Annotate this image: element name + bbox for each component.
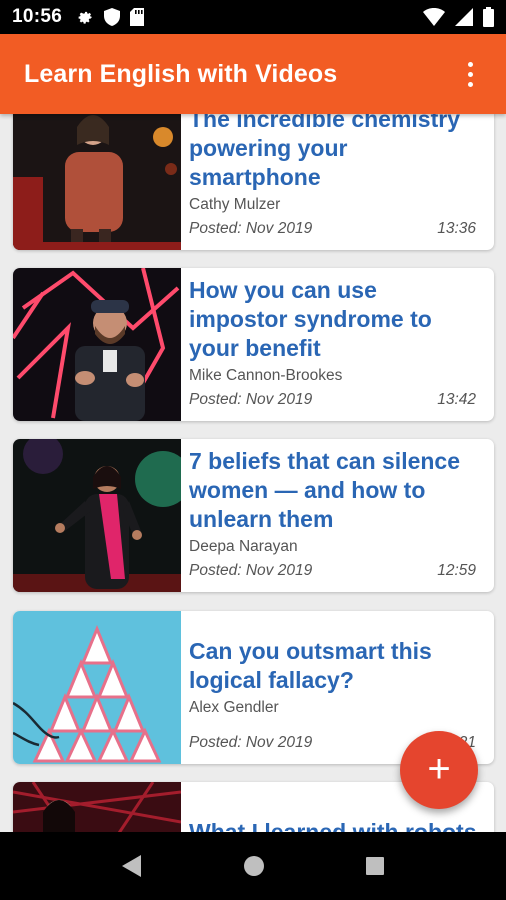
- status-icons-left: [76, 8, 145, 26]
- nav-bar: [0, 832, 506, 900]
- battery-icon: [483, 7, 494, 27]
- video-posted: Posted: Nov 2019: [189, 391, 313, 408]
- back-icon[interactable]: [121, 854, 143, 878]
- sd-card-icon: [130, 8, 145, 26]
- video-title: The incredible chemistry powering your s…: [189, 114, 460, 190]
- video-title: What I learned with robots: [189, 819, 477, 832]
- video-duration: 13:42: [437, 391, 476, 408]
- video-thumbnail[interactable]: [13, 782, 181, 832]
- add-button[interactable]: +: [400, 731, 478, 809]
- video-posted: Posted: Nov 2019: [189, 562, 313, 579]
- video-card[interactable]: 7 beliefs that can silence women — and h…: [13, 439, 494, 592]
- wifi-icon: [423, 8, 445, 26]
- video-thumbnail[interactable]: [13, 268, 181, 421]
- video-title: Can you outsmart this logical fallacy?: [189, 638, 432, 693]
- app-bar: Learn English with Videos: [0, 34, 506, 114]
- video-title: 7 beliefs that can silence women — and h…: [189, 448, 461, 532]
- video-duration: 13:36: [437, 220, 476, 237]
- video-duration: 12:59: [437, 562, 476, 579]
- video-info: How you can use impostor syndrome to you…: [181, 268, 494, 421]
- app-title: Learn English with Videos: [24, 59, 338, 88]
- video-list[interactable]: The incredible chemistry powering your s…: [0, 114, 506, 832]
- video-posted: Posted: Nov 2019: [189, 734, 313, 751]
- status-time: 10:56: [12, 6, 63, 27]
- video-meta: Posted: Nov 2019 13:42: [189, 391, 476, 409]
- video-speaker: Cathy Mulzer: [189, 196, 281, 213]
- screen: 10:56 Learn English with Videos The incr…: [0, 0, 506, 900]
- video-speaker: Deepa Narayan: [189, 538, 298, 555]
- gear-icon: [76, 8, 94, 26]
- status-bar: 10:56: [0, 0, 506, 34]
- video-info: 7 beliefs that can silence women — and h…: [181, 439, 494, 592]
- video-speaker: Mike Cannon-Brookes: [189, 367, 343, 384]
- video-card[interactable]: The incredible chemistry powering your s…: [13, 114, 494, 250]
- video-card[interactable]: How you can use impostor syndrome to you…: [13, 268, 494, 421]
- more-vert-icon[interactable]: [458, 54, 482, 94]
- recents-icon[interactable]: [365, 856, 385, 876]
- video-thumbnail[interactable]: [13, 439, 181, 592]
- cell-signal-icon: [455, 8, 473, 26]
- video-thumbnail[interactable]: [13, 611, 181, 764]
- video-posted: Posted: Nov 2019: [189, 220, 313, 237]
- video-meta: Posted: Nov 2019 12:59: [189, 562, 476, 580]
- shield-icon: [104, 8, 121, 26]
- add-icon: +: [427, 746, 451, 791]
- home-icon[interactable]: [243, 855, 265, 877]
- video-meta: Posted: Nov 2019 13:36: [189, 220, 476, 238]
- status-icons-right: [423, 7, 494, 27]
- video-info: The incredible chemistry powering your s…: [181, 114, 494, 250]
- video-thumbnail[interactable]: [13, 114, 181, 250]
- video-title: How you can use impostor syndrome to you…: [189, 277, 432, 361]
- video-speaker: Alex Gendler: [189, 699, 279, 716]
